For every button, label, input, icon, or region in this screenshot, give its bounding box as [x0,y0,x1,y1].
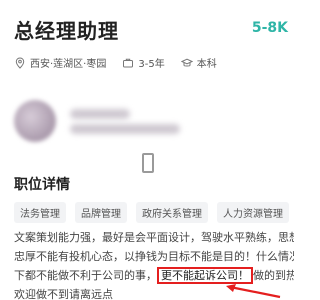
section-title-job-details: 职位详情 [14,177,70,193]
tag-item: 政府关系管理 [136,202,208,223]
recruiter-avatar [14,100,56,142]
tag-item: 法务管理 [14,202,66,223]
recruiter-card[interactable] [14,100,180,142]
location-pin-icon [15,56,25,69]
location-text: 西安·莲湖区·枣园 [30,59,107,70]
phone-icon [142,153,154,173]
tag-item: 品牌管理 [75,202,127,223]
tag-item: 人力资源管理 [217,202,289,223]
job-title: 总经理助理 [14,19,119,43]
salary-label: 5-8K [251,20,288,36]
experience-item: 3-5年 [122,55,165,70]
education-item: 本科 [180,55,217,70]
education-text: 本科 [196,59,217,70]
blurred-company [70,123,180,134]
red-arrow-annotation [226,284,281,299]
description-line: 文案策划能力强，最好是会平面设计，驾驶水平熟练，思想 [14,231,294,244]
experience-text: 3-5年 [138,59,165,70]
skill-tags: 法务管理 品牌管理 政府关系管理 人力资源管理 [14,202,298,223]
briefcase-icon [123,58,134,67]
location-item: 西安·莲湖区·枣园 [14,55,106,70]
graduation-cap-icon [180,58,193,67]
description-line: 忠厚不能有投机心态，以挣钱为目标不能是目的！什么情况 [14,250,294,263]
blurred-name [70,108,130,119]
description-text: 做的到热烈 [253,269,294,282]
job-meta: 西安·莲湖区·枣园 3-5年 本科 [14,55,233,70]
description-text: 下都不能做不利于公司的事， [14,269,157,282]
recruiter-info-blurred [70,104,180,139]
highlighted-text-box: 更不能起诉公司！ [157,267,253,284]
